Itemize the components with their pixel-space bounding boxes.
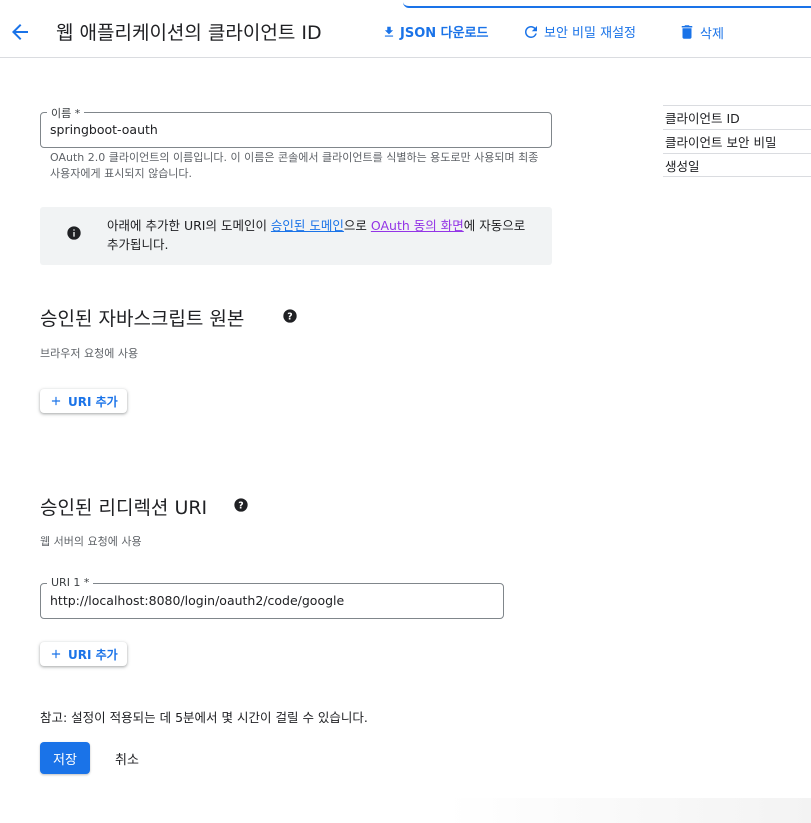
redirect-uri-1-label: URI 1 * (47, 576, 94, 589)
reset-secret-label: 보안 비밀 재설정 (544, 26, 636, 41)
info-text: 아래에 추가한 URI의 도메인이 승인된 도메인으로 OAuth 동의 화면에… (107, 216, 537, 254)
created-date-row: 생성일 (663, 153, 811, 177)
js-origins-title: 승인된 자바스크립트 원본 (40, 308, 245, 330)
plus-icon (51, 396, 61, 406)
name-field[interactable]: 이름 * springboot-oauth (40, 105, 552, 148)
page-title: 웹 애플리케이션의 클라이언트 ID (56, 22, 322, 44)
settings-note: 참고: 설정이 적용되는 데 5분에서 몇 시간이 걸릴 수 있습니다. (40, 710, 368, 725)
redirect-uris-help-icon[interactable]: ? (233, 497, 249, 513)
js-origins-subtitle: 브라우저 요청에 사용 (40, 347, 139, 360)
add-redirect-uri-button[interactable]: URI 추가 (40, 642, 127, 666)
save-button[interactable]: 저장 (40, 742, 90, 774)
info-icon (67, 226, 81, 240)
refresh-icon (525, 25, 537, 38)
redirect-uris-subtitle: 웹 서버의 요청에 사용 (40, 535, 142, 548)
redirect-uri-1-field[interactable]: URI 1 * http://localhost:8080/login/oaut… (40, 576, 504, 619)
info-text-middle: 으로 (343, 218, 371, 233)
delete-label: 삭제 (700, 26, 724, 42)
redirect-uri-1-value: http://localhost:8080/login/oauth2/code/… (50, 593, 345, 608)
trash-icon (681, 25, 693, 39)
svg-text:?: ? (287, 311, 292, 322)
delete-button[interactable]: 삭제 (678, 22, 724, 42)
plus-icon (51, 649, 61, 659)
add-js-origin-label: URI 추가 (68, 394, 118, 409)
download-icon (384, 26, 394, 37)
bottom-shadow (0, 798, 811, 823)
name-field-value: springboot-oauth (50, 122, 158, 137)
json-download-button[interactable]: JSON 다운로드 (382, 22, 489, 41)
js-origins-help-icon[interactable]: ? (282, 308, 298, 324)
client-id-row: 클라이언트 ID (663, 105, 811, 129)
oauth-consent-screen-link[interactable]: OAuth 동의 화면 (371, 218, 464, 233)
client-info-table: 클라이언트 ID 클라이언트 보안 비밀 생성일 (663, 105, 811, 177)
info-text-before: 아래에 추가한 URI의 도메인이 (107, 218, 271, 233)
authorized-domains-link[interactable]: 승인된 도메인 (271, 218, 344, 233)
client-secret-row: 클라이언트 보안 비밀 (663, 129, 811, 153)
page-header: 웹 애플리케이션의 클라이언트 ID JSON 다운로드 보안 비밀 재설정 삭… (0, 0, 811, 58)
redirect-uris-title: 승인된 리디렉션 URI (40, 497, 208, 519)
add-redirect-uri-label: URI 추가 (68, 647, 118, 662)
reset-secret-button[interactable]: 보안 비밀 재설정 (522, 22, 636, 41)
domain-info-box: 아래에 추가한 URI의 도메인이 승인된 도메인으로 OAuth 동의 화면에… (40, 207, 552, 265)
cancel-button[interactable]: 취소 (104, 742, 150, 774)
back-arrow-icon[interactable] (8, 20, 32, 44)
name-field-label: 이름 * (47, 105, 85, 121)
add-js-origin-button[interactable]: URI 추가 (40, 389, 127, 413)
json-download-label: JSON 다운로드 (400, 26, 489, 41)
name-field-help: OAuth 2.0 클라이언트의 이름입니다. 이 이름은 콘솔에서 클라이언트… (50, 151, 539, 180)
svg-text:?: ? (238, 500, 243, 511)
